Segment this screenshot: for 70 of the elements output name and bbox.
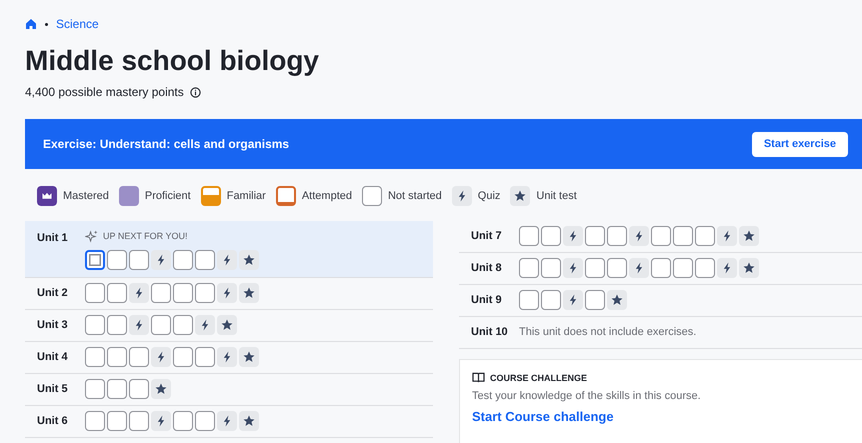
lightning-icon[interactable] [151,347,171,367]
lightning-icon[interactable] [217,411,237,431]
not-started-swatch [362,186,382,206]
lightning-icon[interactable] [151,411,171,431]
exercise-square[interactable] [107,379,127,399]
exercise-square[interactable] [107,411,127,431]
lightning-icon[interactable] [217,250,237,270]
unit-label[interactable]: Unit 6 [37,411,85,432]
lightning-icon[interactable] [717,226,737,246]
proficient-swatch [118,186,139,206]
exercise-square[interactable] [85,283,105,303]
exercise-square[interactable] [673,258,693,278]
lightning-icon[interactable] [629,258,649,278]
familiar-swatch [200,186,221,206]
legend-label: Not started [388,190,442,202]
legend-label: Attempted [302,190,352,202]
lightning-icon[interactable] [563,290,583,310]
unit-label[interactable]: Unit 3 [37,315,85,336]
crown-icon [37,186,57,206]
legend-label: Familiar [226,190,266,202]
lightning-icon[interactable] [629,226,649,246]
page-title: Middle school biology [25,44,320,78]
unit-label[interactable]: Unit 1 [37,228,85,249]
attempted-swatch [276,186,296,206]
lightning-icon[interactable] [563,258,583,278]
exercise-square[interactable] [85,379,105,399]
lightning-icon [452,186,472,206]
exercise-square[interactable] [673,226,693,246]
exercise-square[interactable] [85,411,105,431]
exercise-square[interactable] [85,347,105,367]
mastery-points-text: 4,400 possible mastery points [25,85,184,99]
exercise-square[interactable] [173,283,193,303]
lightning-icon[interactable] [129,283,149,303]
lightning-icon[interactable] [563,226,583,246]
legend-label: Mastered [63,190,109,202]
exercise-square[interactable] [519,290,539,310]
lightning-icon[interactable] [217,347,237,367]
course-challenge-text: Test your knowledge of the skills in this course. [472,390,702,402]
unit-label[interactable]: Unit 10 [471,322,519,343]
exercise-square[interactable] [519,258,539,278]
legend-label: Quiz [478,190,500,202]
unit-label[interactable]: Unit 5 [37,379,85,400]
lightning-icon[interactable] [151,250,171,270]
start-course-challenge-link[interactable]: Start Course challenge [472,409,850,424]
course-challenge-heading: COURSE CHALLENGE [490,372,588,382]
up-next-label: UP NEXT FOR YOU! [103,231,188,241]
legend-label: Unit test [536,190,577,202]
unit-label[interactable]: Unit 2 [37,283,85,304]
lightning-icon[interactable] [129,315,149,335]
unit-label[interactable]: Unit 7 [471,226,519,247]
sparkle-icon [85,230,98,242]
unit-label[interactable]: Unit 9 [471,290,519,311]
exercise-square[interactable] [85,315,105,335]
info-icon[interactable] [190,86,201,98]
exercise-square[interactable] [519,226,539,246]
unit-note: This unit does not include exercises. [519,325,696,340]
exercise-square[interactable] [85,250,105,270]
lightning-icon[interactable] [217,283,237,303]
breadcrumb-link[interactable]: Science [56,17,99,31]
lightning-icon[interactable] [717,258,737,278]
banner-text: Exercise: Understand: cells and organisms [43,137,290,151]
exercise-square[interactable] [107,347,127,367]
book-icon [472,372,485,383]
start-exercise-button[interactable]: Start exercise [752,132,848,156]
legend-label: Proficient [144,190,191,202]
home-icon[interactable] [25,18,37,30]
exercise-square[interactable] [107,250,127,270]
unit-label[interactable]: Unit 8 [471,258,519,279]
unit-label[interactable]: Unit 4 [37,347,85,368]
lightning-icon[interactable] [195,315,215,335]
